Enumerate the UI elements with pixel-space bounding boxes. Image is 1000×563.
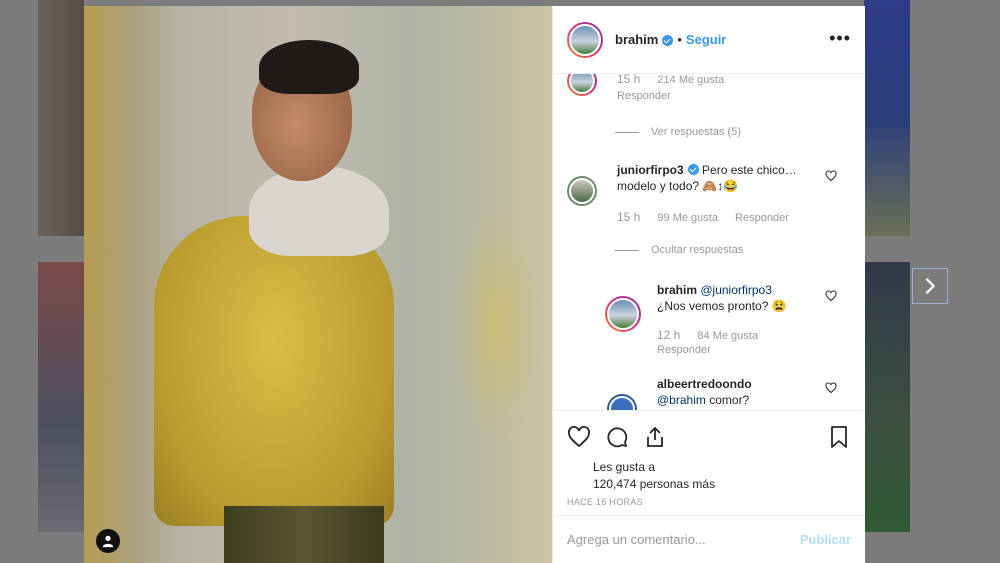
feed-thumbnail[interactable]: [864, 262, 910, 532]
bookmark-icon[interactable]: [827, 425, 851, 449]
chevron-right-icon: [925, 277, 936, 295]
comment-likes[interactable]: 214 Me gusta: [657, 74, 724, 86]
heart-icon[interactable]: [567, 425, 591, 449]
likes-prefix: Les gusta a: [593, 460, 656, 474]
comment-text: ¿Nos vemos pronto? 😫: [657, 299, 787, 313]
heart-icon[interactable]: [825, 170, 837, 182]
post-modal: brahim • Seguir ••• 15 h 214 Me gusta Re…: [84, 6, 865, 563]
hide-replies-label: Ocultar respuestas: [651, 244, 744, 256]
feed-thumbnail[interactable]: [864, 0, 910, 236]
heart-icon[interactable]: [825, 382, 837, 394]
share-icon[interactable]: [643, 425, 667, 449]
more-options-icon[interactable]: •••: [829, 28, 851, 49]
verified-badge-icon: [662, 35, 674, 46]
divider-line: [615, 249, 639, 251]
verified-badge-icon: [687, 164, 699, 175]
follow-button[interactable]: Seguir: [686, 32, 726, 47]
comment-text: comor?: [709, 393, 750, 407]
avatar[interactable]: [567, 74, 597, 96]
mention-link[interactable]: @brahim: [657, 393, 706, 407]
comment-icon[interactable]: [605, 425, 629, 449]
post-author-username[interactable]: brahim: [615, 32, 658, 47]
post-photo[interactable]: [84, 6, 552, 563]
comment-username[interactable]: juniorfirpo3: [617, 163, 684, 177]
avatar[interactable]: [567, 21, 603, 58]
likes-count[interactable]: 120,474 personas más: [593, 476, 715, 493]
comment-likes[interactable]: 99 Me gusta: [657, 212, 718, 224]
post-actions: Les gusta a 120,474 personas más HACE 16…: [553, 410, 865, 520]
view-replies-label: Ver respuestas (5): [651, 126, 741, 138]
post-header: brahim • Seguir •••: [553, 6, 865, 74]
comment-username[interactable]: albeertredoondo: [657, 377, 752, 391]
divider-line: [615, 131, 639, 133]
comment-username[interactable]: brahim: [657, 283, 697, 297]
comment-likes[interactable]: 84 Me gusta: [697, 330, 758, 342]
mention-link[interactable]: @juniorfirpo3: [700, 283, 772, 297]
hide-replies-button[interactable]: Ocultar respuestas: [615, 244, 743, 256]
next-post-button[interactable]: [912, 268, 948, 304]
comment-time: 15 h: [617, 210, 641, 224]
reply-button[interactable]: Responder: [657, 344, 711, 356]
photo-wall: [452, 206, 542, 446]
photo-subject-jacket: [154, 216, 394, 526]
heart-icon[interactable]: [825, 290, 837, 302]
photo-subject-hood: [249, 166, 389, 256]
publish-button[interactable]: Publicar: [800, 532, 851, 547]
avatar[interactable]: [567, 176, 597, 206]
view-replies-button[interactable]: Ver respuestas (5): [615, 126, 741, 138]
post-side-panel: brahim • Seguir ••• 15 h 214 Me gusta Re…: [552, 6, 865, 563]
post-timestamp: HACE 16 HORAS: [567, 497, 643, 507]
avatar[interactable]: [605, 296, 641, 332]
reply-button[interactable]: Responder: [735, 212, 789, 224]
user-tag-icon: [102, 535, 114, 548]
reply-button[interactable]: Responder: [617, 90, 671, 102]
separator-dot: •: [677, 32, 682, 47]
comments-list[interactable]: 15 h 214 Me gusta Responder Ver respuest…: [553, 74, 865, 410]
photo-subject-hair: [259, 40, 359, 94]
feed-thumbnail[interactable]: [38, 0, 84, 236]
comment-form: Publicar: [553, 515, 865, 563]
likes-summary[interactable]: Les gusta a 120,474 personas más: [593, 459, 715, 493]
photo-subject-pants: [224, 506, 384, 563]
comment-time: 15 h: [617, 74, 641, 86]
avatar[interactable]: [607, 394, 637, 410]
user-tag-button[interactable]: [96, 529, 120, 553]
comment-input[interactable]: [567, 532, 800, 547]
comment-time: 12 h: [657, 328, 681, 342]
feed-thumbnail[interactable]: [38, 262, 84, 532]
